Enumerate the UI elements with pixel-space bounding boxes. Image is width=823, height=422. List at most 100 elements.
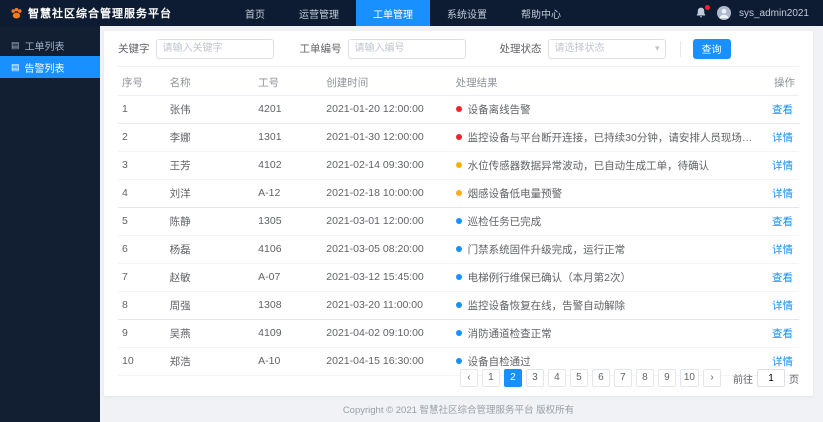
- table-wrap: 序号 名称 工号 创建时间 处理结果 操作 1 张伟 4201 2021-01-20 12:00…: [118, 67, 799, 376]
- nav-item[interactable]: 系统设置: [430, 0, 504, 26]
- jumper-prefix-label: 前往: [733, 374, 753, 386]
- cell-code: 1305: [254, 207, 323, 236]
- status-text: 水位传感器数据异常波动，已自动生成工单，待确认: [467, 159, 710, 172]
- page-number-button[interactable]: 1: [481, 369, 500, 387]
- cell-name: 张伟: [165, 95, 255, 124]
- cell-code: 1308: [254, 291, 323, 320]
- table-row: 5 陈静 1305 2021-03-01 12:00:00 巡检任务已完成 查看: [118, 207, 799, 236]
- row-action-link[interactable]: 查看: [772, 328, 793, 340]
- status-dot-icon: [455, 357, 462, 364]
- page-number-button[interactable]: 10: [679, 369, 699, 387]
- status-dot-icon: [455, 105, 462, 112]
- cell-action: 详情: [758, 151, 799, 180]
- row-action-link[interactable]: 详情: [772, 132, 793, 144]
- copyright-text: Copyright © 2021 智慧社区综合管理服务平台 版权所有: [342, 405, 575, 416]
- page-number-button[interactable]: 3: [525, 369, 544, 387]
- column-header: 创建时间: [322, 71, 452, 96]
- nav-item[interactable]: 首页: [228, 0, 282, 26]
- status-text: 监控设备与平台断开连接，已持续30分钟，请安排人员现场核查处理: [467, 131, 759, 144]
- footer: Copyright © 2021 智慧社区综合管理服务平台 版权所有: [104, 396, 813, 422]
- cell-name: 王芳: [165, 151, 255, 180]
- cell-code: A-07: [254, 263, 323, 292]
- cell-name: 周强: [165, 291, 255, 320]
- header-right: sys_admin2021: [695, 5, 823, 20]
- column-header: 操作: [758, 71, 799, 96]
- cell-action: 查看: [758, 263, 799, 292]
- next-page-button[interactable]: ›: [703, 369, 721, 387]
- row-action-link[interactable]: 查看: [772, 272, 793, 284]
- status-select[interactable]: ▾: [547, 38, 666, 59]
- page-number-button[interactable]: 2: [503, 369, 522, 387]
- sidebar-item[interactable]: ▤ 告警列表: [0, 56, 100, 78]
- status-dot-icon: [455, 301, 462, 308]
- user-avatar[interactable]: [716, 6, 731, 20]
- notification-badge: [704, 5, 710, 10]
- data-table: 序号 名称 工号 创建时间 处理结果 操作 1 张伟 4201 2021-01-20 12:00…: [118, 71, 799, 376]
- nav-item[interactable]: 工单管理: [356, 0, 430, 26]
- row-action-link[interactable]: 详情: [772, 160, 793, 172]
- row-action-link[interactable]: 查看: [772, 104, 793, 116]
- table-row: 2 李娜 1301 2021-01-30 12:00:00 监控设备与平台断开连接，已持…: [118, 123, 799, 152]
- cell-index: 1: [118, 95, 166, 124]
- cell-time: 2021-04-02 09:10:00: [322, 319, 452, 348]
- cell-action: 详情: [758, 123, 799, 152]
- page-number-button[interactable]: 8: [635, 369, 654, 387]
- notification-bell-icon[interactable]: [695, 5, 710, 20]
- status-dot-icon: [455, 189, 462, 196]
- table-row: 7 赵敏 A-07 2021-03-12 15:45:00 电梯例行维保已确认（本月第2…: [118, 263, 799, 292]
- page-number-button[interactable]: 4: [547, 369, 566, 387]
- jumper-suffix-label: 页: [789, 374, 799, 386]
- cell-time: 2021-03-01 12:00:00: [322, 207, 452, 236]
- cell-time: 2021-03-12 15:45:00: [322, 263, 452, 292]
- row-action-link[interactable]: 详情: [772, 188, 793, 200]
- cell-time: 2021-01-20 12:00:00: [322, 95, 452, 124]
- filter-bar: 关键字 工单编号 处理状态 ▾ 查询: [118, 31, 799, 67]
- content-card: 关键字 工单编号 处理状态 ▾ 查询: [104, 31, 813, 396]
- cell-index: 9: [118, 319, 166, 348]
- page-number-button[interactable]: 7: [613, 369, 632, 387]
- table-header-row: 序号 名称 工号 创建时间 处理结果 操作: [118, 71, 799, 96]
- table-row: 1 张伟 4201 2021-01-20 12:00:00 设备离线告警 查看: [118, 95, 799, 124]
- sidebar-item[interactable]: ▤ 工单列表: [0, 34, 100, 56]
- status-text: 巡检任务已完成: [467, 215, 542, 228]
- cell-name: 吴燕: [165, 319, 255, 348]
- cell-code: 1301: [254, 123, 323, 152]
- cell-status: 设备离线告警: [451, 95, 759, 124]
- cell-status: 监控设备与平台断开连接，已持续30分钟，请安排人员现场核查处理: [451, 123, 759, 152]
- main-area: 关键字 工单编号 处理状态 ▾ 查询: [100, 26, 823, 422]
- app-title: 智慧社区综合管理服务平台: [28, 8, 172, 20]
- column-header: 处理结果: [451, 71, 759, 96]
- cell-time: 2021-03-20 11:00:00: [322, 291, 452, 320]
- prev-page-button[interactable]: ‹: [459, 369, 478, 387]
- row-action-link[interactable]: 详情: [772, 300, 793, 312]
- cell-status: 巡检任务已完成: [451, 207, 759, 236]
- search-button[interactable]: 查询: [692, 38, 731, 59]
- cell-action: 详情: [758, 179, 799, 208]
- page-number-button[interactable]: 6: [591, 369, 610, 387]
- username-label[interactable]: sys_admin2021: [739, 8, 809, 19]
- status-select-input[interactable]: [547, 38, 666, 59]
- jump-page-input[interactable]: [757, 369, 785, 387]
- page-number-button[interactable]: 5: [569, 369, 588, 387]
- cell-index: 6: [118, 235, 166, 264]
- filter-keyword: 关键字: [118, 38, 274, 59]
- row-action-link[interactable]: 详情: [772, 244, 793, 256]
- brand-logo-icon: [10, 7, 23, 20]
- cell-status: 监控设备恢复在线，告警自动解除: [451, 291, 759, 320]
- cell-status: 门禁系统固件升级完成，运行正常: [451, 235, 759, 264]
- sidebar-item-label: 告警列表: [24, 63, 65, 75]
- nav-item[interactable]: 运营管理: [282, 0, 356, 26]
- cell-name: 杨磊: [165, 235, 255, 264]
- list-icon: ▤: [11, 61, 20, 72]
- order-no-input[interactable]: [347, 38, 466, 59]
- cell-action: 查看: [758, 95, 799, 124]
- status-text: 烟感设备低电量预警: [467, 187, 563, 200]
- nav-item[interactable]: 帮助中心: [504, 0, 578, 26]
- cell-index: 2: [118, 123, 166, 152]
- layout: ▤ 工单列表 ▤ 告警列表 关键字 工单编号 处理状态 ▾: [0, 26, 823, 422]
- keyword-input[interactable]: [155, 38, 274, 59]
- page-number-button[interactable]: 9: [657, 369, 676, 387]
- cell-action: 查看: [758, 207, 799, 236]
- list-icon: ▤: [11, 39, 20, 50]
- row-action-link[interactable]: 查看: [772, 216, 793, 228]
